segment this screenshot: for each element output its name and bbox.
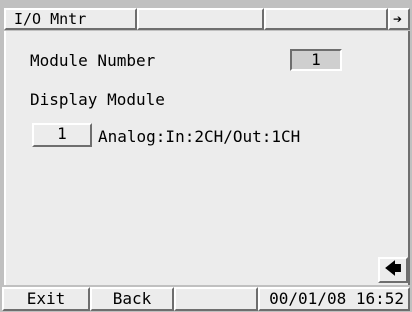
io-monitor-screen: I/O Mntr ➔ Module Number 1 Display Modul… xyxy=(0,0,412,312)
right-arrow-icon: ➔ xyxy=(393,10,403,28)
tab-bar: I/O Mntr ➔ xyxy=(0,0,412,33)
tab-3[interactable] xyxy=(264,8,388,30)
module-description: Analog:In:2CH/Out:1CH xyxy=(98,127,301,146)
tab-2[interactable] xyxy=(137,8,264,30)
module-number-value[interactable]: 1 xyxy=(290,49,342,71)
main-panel: Module Number 1 Display Module 1 Analog:… xyxy=(4,31,410,285)
bottom-bar: Exit Back 00/01/08 16:52 xyxy=(0,285,412,312)
datetime-display: 00/01/08 16:52 xyxy=(258,287,410,311)
tab-io-monitor[interactable]: I/O Mntr xyxy=(4,8,137,30)
exit-button[interactable]: Exit xyxy=(2,287,90,311)
back-arrow-button[interactable]: 🡄 xyxy=(378,257,408,283)
display-module-button[interactable]: 1 xyxy=(32,123,92,147)
next-tab-button[interactable]: ➔ xyxy=(388,8,410,30)
left-arrow-icon: 🡄 xyxy=(384,259,402,279)
back-button[interactable]: Back xyxy=(90,287,174,311)
empty-footer-button[interactable] xyxy=(174,287,258,311)
module-number-label: Module Number xyxy=(30,51,156,70)
display-module-label: Display Module xyxy=(30,90,165,109)
